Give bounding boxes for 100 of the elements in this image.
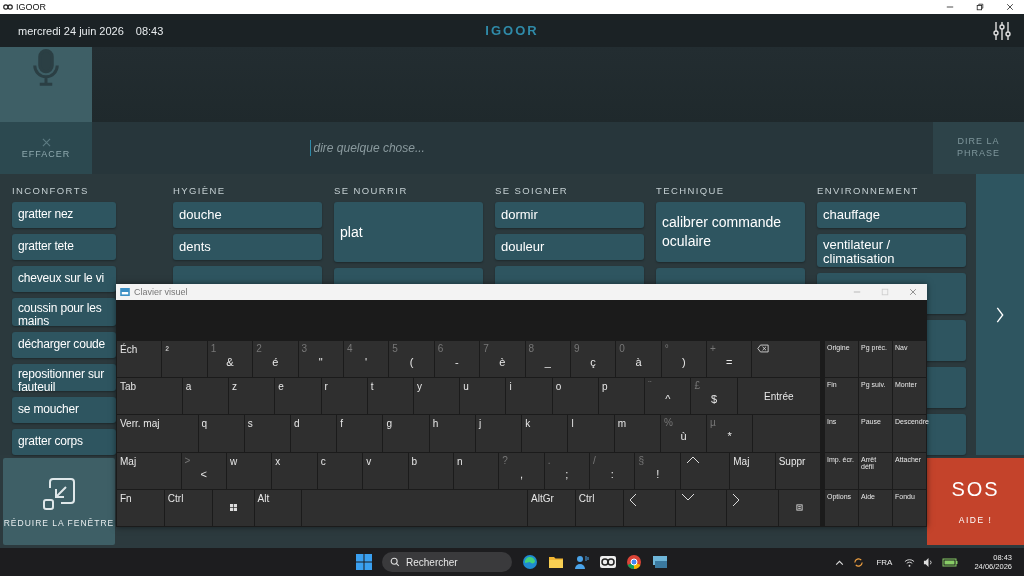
key[interactable]: b [408, 452, 453, 489]
key[interactable]: t [367, 378, 413, 415]
category-button[interactable]: gratter nez [12, 202, 116, 228]
people-icon[interactable] [574, 554, 590, 570]
key[interactable]: o [552, 378, 598, 415]
keyboard-window-icon [120, 288, 130, 296]
key[interactable]: i [506, 378, 552, 415]
category-button[interactable]: gratter corps [12, 429, 116, 455]
key[interactable]: 7 è [480, 341, 525, 378]
key[interactable]: µ * [707, 415, 753, 452]
key[interactable]: Verr. maj [117, 415, 198, 452]
key[interactable]: m [614, 415, 660, 452]
key[interactable]: 2 é [253, 341, 298, 378]
key[interactable]: u [460, 378, 506, 415]
category-button[interactable]: dents [173, 234, 322, 260]
restore-icon[interactable] [976, 3, 984, 11]
key[interactable]: p [598, 378, 645, 415]
category-button[interactable]: gratter tete [12, 234, 116, 260]
chevron-right-icon [995, 305, 1005, 324]
key[interactable]: y [414, 378, 460, 415]
keyboard-app-icon[interactable] [652, 554, 668, 570]
key[interactable]: z [229, 378, 275, 415]
category-button[interactable]: cheveux sur le vi [12, 266, 116, 292]
key[interactable] [212, 489, 254, 526]
key[interactable]: v [363, 452, 408, 489]
wifi-icon[interactable] [904, 556, 916, 568]
key[interactable]: q [198, 415, 244, 452]
key[interactable]: c [317, 452, 363, 489]
key[interactable]: + = [707, 341, 752, 378]
key[interactable]: Suppr [775, 452, 821, 489]
key[interactable]: ° ) [661, 341, 707, 378]
menu-key-icon [796, 504, 804, 512]
key[interactable]: d [291, 415, 337, 452]
key[interactable]: g [383, 415, 429, 452]
key[interactable]: 3 " [298, 341, 343, 378]
key[interactable]: h [429, 415, 475, 452]
key[interactable]: k [522, 415, 568, 452]
category-button[interactable]: plat [334, 202, 483, 262]
key[interactable]: n [453, 452, 499, 489]
key[interactable]: 8 _ [525, 341, 570, 378]
key[interactable]: w [226, 452, 272, 489]
key[interactable]: e [275, 378, 321, 415]
key[interactable]: / : [590, 452, 635, 489]
category-button[interactable]: se moucher [12, 397, 116, 423]
category-button[interactable]: dormir [495, 202, 644, 228]
category-button[interactable]: douleur [495, 234, 644, 260]
key[interactable]: Maj [117, 452, 181, 489]
category-button[interactable]: ventilateur / climatisation [817, 234, 966, 267]
key[interactable]: > < [181, 452, 226, 489]
key[interactable]: ² [162, 341, 207, 378]
key[interactable]: 0 à [616, 341, 661, 378]
key[interactable]: Fn [117, 489, 164, 526]
battery-icon[interactable] [942, 557, 959, 567]
key[interactable]: ? , [499, 452, 544, 489]
speaker-icon[interactable] [923, 556, 935, 568]
key[interactable]: % ù [660, 415, 707, 452]
key[interactable]: s [244, 415, 290, 452]
key[interactable]: 9 ç [570, 341, 616, 378]
key[interactable]: 1 & [207, 341, 253, 378]
key[interactable]: § ! [635, 452, 680, 489]
category-button[interactable]: décharger coude [12, 331, 116, 358]
key[interactable]: Éch [117, 341, 162, 378]
sync-icon[interactable] [853, 556, 865, 568]
search-field[interactable]: Rechercher [382, 552, 512, 572]
category-button[interactable]: repositionner sur fauteuil [12, 363, 116, 391]
key[interactable]: a [182, 378, 229, 415]
key[interactable]: f [337, 415, 383, 452]
chrome-icon[interactable] [626, 554, 642, 570]
key[interactable]: AltGr [528, 489, 575, 526]
key[interactable]: Alt [254, 489, 302, 526]
key[interactable]: ¨ ^ [645, 378, 691, 415]
key[interactable]: l [568, 415, 614, 452]
key[interactable]: j [475, 415, 522, 452]
key[interactable]: Maj [730, 452, 775, 489]
category-button[interactable]: calibrer commande oculaire [656, 202, 805, 262]
browser-icon[interactable] [522, 554, 538, 570]
windows-start-icon[interactable] [356, 554, 372, 570]
key[interactable]: Ctrl [164, 489, 212, 526]
category-button[interactable]: douche [173, 202, 322, 228]
key[interactable]: 4 ' [343, 341, 389, 378]
sos-button[interactable]: SOS AIDE ! [927, 458, 1024, 545]
key[interactable]: r [321, 378, 367, 415]
category-button[interactable]: chauffage [817, 202, 966, 228]
language-indicator[interactable]: FRA [876, 557, 893, 567]
message-field[interactable]: dire quelque chose... [309, 140, 716, 156]
key[interactable]: £ $ [691, 378, 737, 415]
settings-icon[interactable] [992, 20, 1012, 41]
category-button[interactable]: coussin pour les mains [12, 298, 116, 326]
key[interactable]: Entrée [737, 378, 821, 415]
clear-button[interactable]: EFFACER [0, 122, 92, 174]
key[interactable]: 5 ( [389, 341, 434, 378]
key[interactable]: Tab [117, 378, 182, 415]
close-icon[interactable] [1006, 3, 1014, 11]
minimize-window-button[interactable]: RÉDUIRE LA FENÊTRE [3, 458, 115, 545]
key[interactable]: . ; [544, 452, 590, 489]
folder-icon[interactable] [548, 554, 564, 570]
glasses-app-icon[interactable] [600, 554, 616, 570]
key[interactable]: x [272, 452, 317, 489]
key[interactable]: 6 - [434, 341, 480, 378]
key[interactable]: Ctrl [575, 489, 623, 526]
